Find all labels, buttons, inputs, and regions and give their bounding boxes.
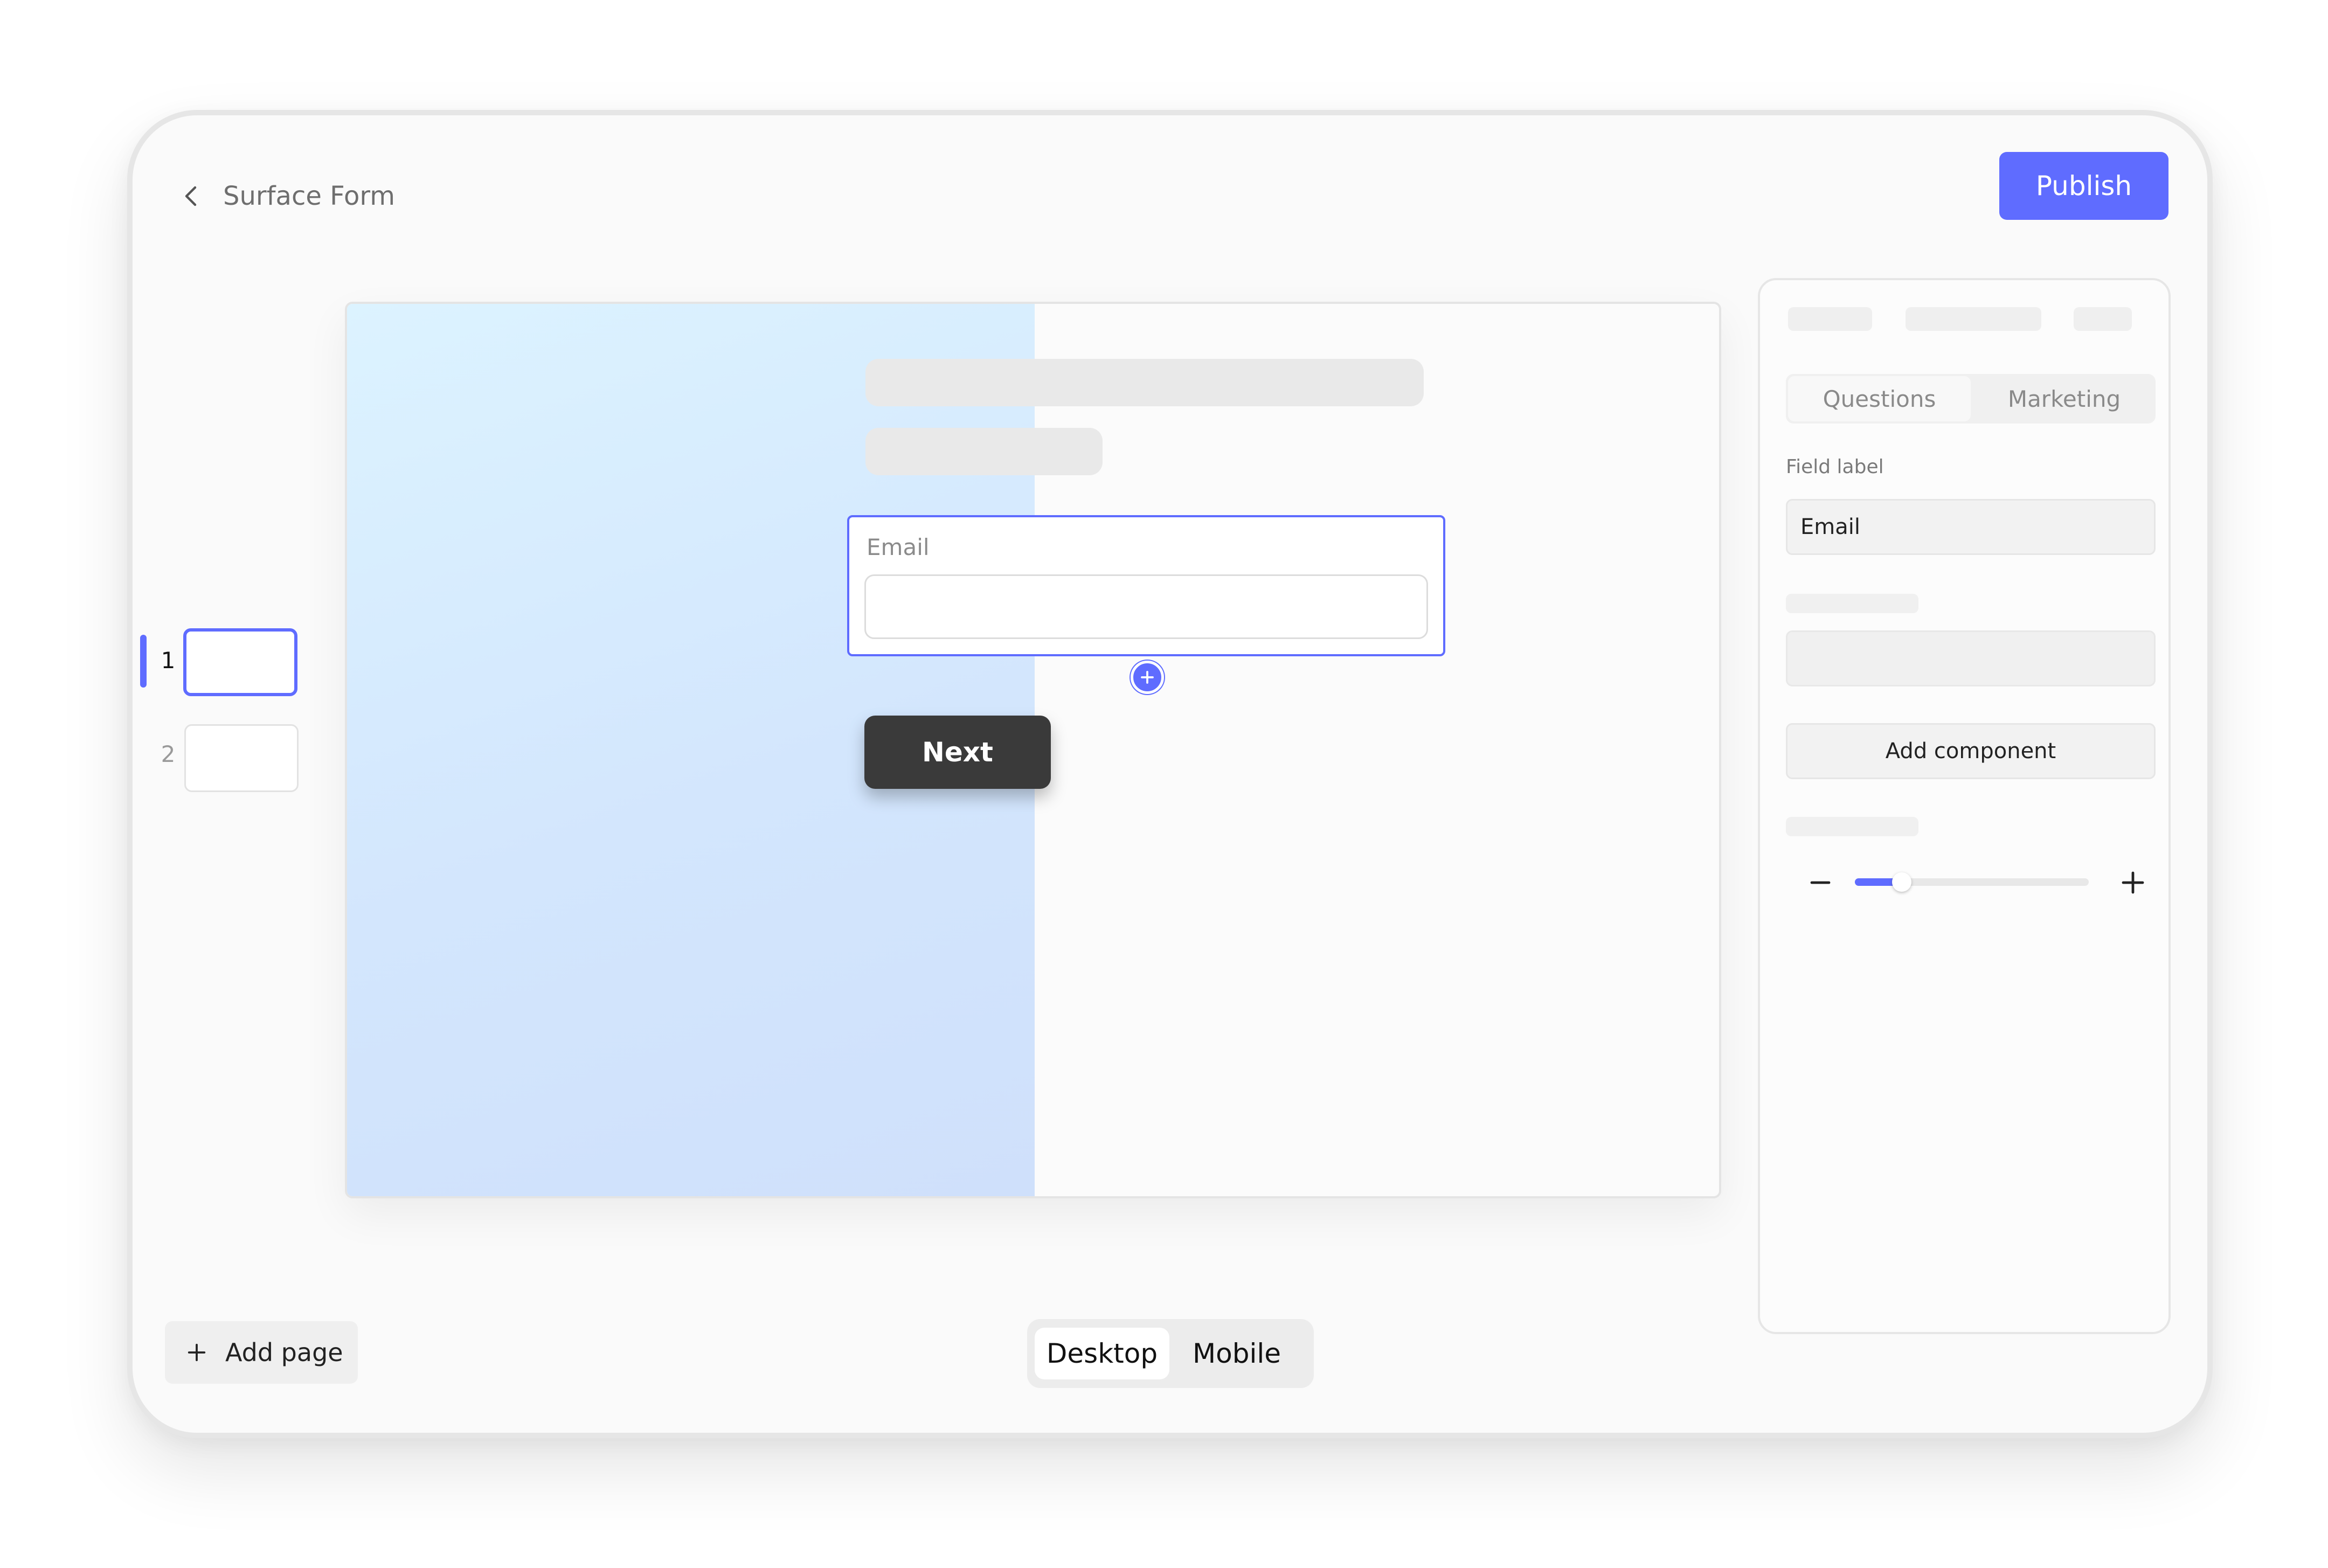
placeholder-subheading: [865, 428, 1103, 475]
email-field-label: Email: [867, 534, 930, 560]
publish-button[interactable]: Publish: [1999, 152, 2168, 220]
plus-icon: [2122, 871, 2144, 894]
settings-panel: [1758, 278, 2171, 1334]
panel-placeholder: [1788, 307, 1872, 331]
zoom-in-button[interactable]: [2116, 865, 2150, 900]
field-label-input[interactable]: [1786, 499, 2156, 555]
tab-marketing[interactable]: Marketing: [1973, 374, 2156, 424]
field-label-heading: Field label: [1786, 456, 1884, 478]
toggle-mobile[interactable]: Mobile: [1169, 1328, 1304, 1379]
plus-icon: [188, 1343, 206, 1362]
panel-tabs: Questions Marketing: [1786, 374, 2156, 424]
page-thumbnail-2[interactable]: [184, 724, 299, 792]
back-button[interactable]: [170, 175, 213, 218]
tab-questions[interactable]: Questions: [1788, 376, 1971, 421]
page-thumbnail-1[interactable]: [183, 628, 297, 696]
chevron-left-icon: [185, 186, 197, 206]
add-page-button[interactable]: Add page: [165, 1321, 358, 1384]
view-toggle: Desktop Mobile: [1027, 1319, 1314, 1388]
minus-icon: [1810, 881, 1831, 884]
active-page-indicator: [140, 635, 147, 688]
panel-placeholder-field: [1786, 630, 2156, 686]
panel-placeholder: [1786, 817, 1918, 836]
plus-icon: [1141, 671, 1154, 684]
toggle-desktop[interactable]: Desktop: [1035, 1328, 1169, 1379]
add-component-button[interactable]: Add component: [1786, 723, 2156, 779]
device-frame: Surface Form Publish 1 2 Email Next Add …: [127, 110, 2213, 1438]
placeholder-heading: [865, 359, 1424, 406]
panel-placeholder: [1906, 307, 2041, 331]
email-input[interactable]: [864, 574, 1428, 639]
page-number-1: 1: [161, 647, 176, 674]
page-number-2: 2: [161, 741, 176, 767]
form-title: Surface Form: [223, 181, 396, 211]
zoom-slider-thumb[interactable]: [1892, 872, 1911, 892]
add-field-button[interactable]: [1131, 661, 1164, 694]
panel-placeholder: [2074, 307, 2132, 331]
next-button[interactable]: Next: [864, 716, 1051, 789]
zoom-out-button[interactable]: [1803, 865, 1838, 900]
zoom-slider[interactable]: [1855, 872, 2089, 892]
panel-placeholder: [1786, 594, 1918, 613]
add-page-label: Add page: [225, 1338, 343, 1367]
